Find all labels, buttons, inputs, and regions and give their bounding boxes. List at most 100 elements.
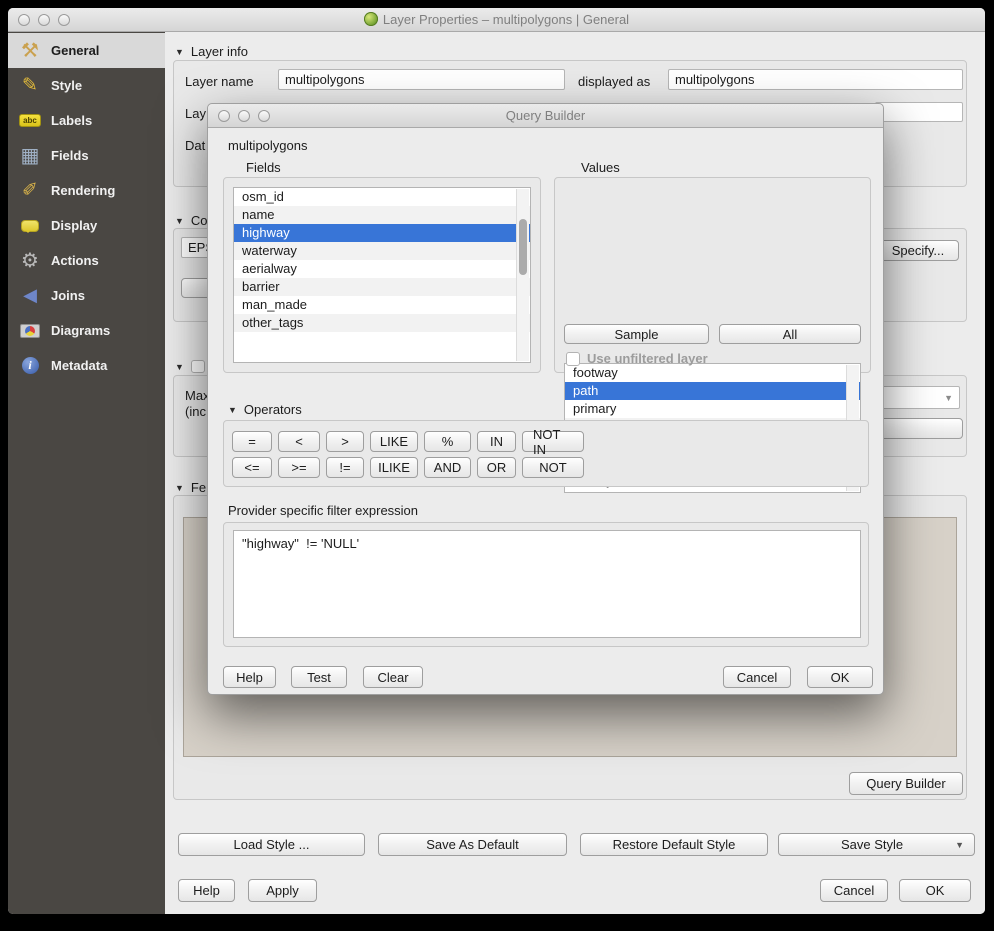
sidebar-item-fields[interactable]: ▦ Fields: [8, 138, 165, 173]
scale-visibility-checkbox-fragment[interactable]: [191, 360, 205, 373]
list-item[interactable]: primary: [565, 400, 860, 418]
abc-tag-icon: abc: [19, 110, 41, 132]
list-item-selected[interactable]: path: [565, 382, 860, 400]
scrollbar-thumb[interactable]: [519, 219, 527, 275]
sidebar-item-label: Style: [51, 78, 82, 93]
operator-like-button[interactable]: LIKE: [370, 431, 418, 452]
sidebar-item-rendering[interactable]: ✐ Rendering: [8, 173, 165, 208]
operator-in-button[interactable]: IN: [477, 431, 516, 452]
feature-subset-title-fragment: Fe: [191, 480, 206, 495]
operator-ge-button[interactable]: >=: [278, 457, 320, 478]
disclosure-triangle-icon: ▼: [175, 47, 184, 57]
operator-percent-button[interactable]: %: [424, 431, 471, 452]
operator-lt-button[interactable]: <: [278, 431, 320, 452]
sidebar-item-display[interactable]: Display: [8, 208, 165, 243]
list-item[interactable]: barrier: [234, 278, 530, 296]
dialog-ok-button[interactable]: OK: [807, 666, 873, 688]
apply-button[interactable]: Apply: [248, 879, 317, 902]
operators-row-2: <= >= != ILIKE AND OR NOT: [232, 457, 868, 478]
save-as-default-button[interactable]: Save As Default: [378, 833, 567, 856]
window-title: Layer Properties – multipolygons | Gener…: [8, 12, 985, 27]
operator-or-button[interactable]: OR: [477, 457, 516, 478]
save-style-button[interactable]: Save Style▼: [778, 833, 975, 856]
list-item[interactable]: osm_id: [234, 188, 530, 206]
zoom-button[interactable]: [258, 110, 270, 122]
minimize-button[interactable]: [38, 14, 50, 26]
sample-button[interactable]: Sample: [564, 324, 709, 344]
maximum-label-fragment: Max: [185, 388, 210, 403]
dialog-window-controls: [218, 110, 270, 122]
layer-name-input[interactable]: [278, 69, 565, 90]
use-unfiltered-layer-checkbox[interactable]: [566, 352, 580, 366]
list-item[interactable]: other_tags: [234, 314, 530, 332]
clear-button[interactable]: Clear: [363, 666, 423, 688]
sidebar-item-general[interactable]: ⚒ General: [8, 33, 165, 68]
brush-icon: ✐: [19, 180, 41, 202]
sidebar-item-style[interactable]: ✎ Style: [8, 68, 165, 103]
restore-default-style-button[interactable]: Restore Default Style: [580, 833, 768, 856]
specify-crs-button[interactable]: Specify...: [877, 240, 959, 261]
all-button[interactable]: All: [719, 324, 861, 344]
sidebar-item-metadata[interactable]: i Metadata: [8, 348, 165, 383]
close-button[interactable]: [18, 14, 30, 26]
sidebar-item-diagrams[interactable]: Diagrams: [8, 313, 165, 348]
list-item[interactable]: name: [234, 206, 530, 224]
layer-name-label: Layer name: [185, 74, 254, 89]
cancel-button[interactable]: Cancel: [820, 879, 888, 902]
minimize-button[interactable]: [238, 110, 250, 122]
scale-combobox[interactable]: ▼: [878, 386, 960, 409]
filter-expression-textarea[interactable]: "highway" != 'NULL': [233, 530, 861, 638]
operator-gt-button[interactable]: >: [326, 431, 364, 452]
feature-subset-header[interactable]: ▼ Fe: [175, 480, 206, 495]
disclosure-triangle-icon: ▼: [175, 362, 184, 372]
zoom-button[interactable]: [58, 14, 70, 26]
operator-eq-button[interactable]: =: [232, 431, 272, 452]
sidebar-item-actions[interactable]: ⚙ Actions: [8, 243, 165, 278]
dialog-title: Query Builder: [208, 108, 883, 123]
list-item[interactable]: aerialway: [234, 260, 530, 278]
main-titlebar[interactable]: Layer Properties – multipolygons | Gener…: [8, 8, 985, 32]
fields-scrollbar[interactable]: [516, 189, 529, 361]
layer-source-input-fragment[interactable]: [875, 102, 963, 122]
operator-ilike-button[interactable]: ILIKE: [370, 457, 418, 478]
operator-and-button[interactable]: AND: [424, 457, 471, 478]
operators-title: Operators: [244, 402, 302, 417]
ok-button[interactable]: OK: [899, 879, 971, 902]
operator-not-in-button[interactable]: NOT IN: [522, 431, 584, 452]
sidebar-item-label: Joins: [51, 288, 85, 303]
sidebar-item-label: Display: [51, 218, 97, 233]
inclusive-label-fragment: (inc: [185, 404, 206, 419]
displayed-as-input[interactable]: [668, 69, 963, 90]
list-item[interactable]: man_made: [234, 296, 530, 314]
dialog-titlebar[interactable]: Query Builder: [208, 104, 883, 128]
disclosure-triangle-icon: ▼: [175, 483, 184, 493]
operators-row-1: = < > LIKE % IN NOT IN: [232, 431, 868, 452]
list-item[interactable]: footway: [565, 364, 860, 382]
operators-header[interactable]: ▼ Operators: [228, 402, 302, 417]
operator-le-button[interactable]: <=: [232, 457, 272, 478]
sidebar-item-joins[interactable]: ◀ Joins: [8, 278, 165, 313]
crs-header[interactable]: ▼ Co: [175, 213, 208, 228]
scale-visibility-header[interactable]: ▼: [175, 360, 205, 373]
fields-list[interactable]: osm_id name highway waterway aerialway b…: [233, 187, 531, 363]
scale-partial-button[interactable]: [880, 418, 963, 439]
dialog-cancel-button[interactable]: Cancel: [723, 666, 791, 688]
disclosure-triangle-icon: ▼: [228, 405, 237, 415]
operator-not-button[interactable]: NOT: [522, 457, 584, 478]
query-builder-dialog: Query Builder multipolygons Fields Value…: [207, 103, 884, 695]
close-button[interactable]: [218, 110, 230, 122]
help-button[interactable]: Help: [178, 879, 235, 902]
query-builder-button[interactable]: Query Builder: [849, 772, 963, 795]
list-item-selected[interactable]: highway: [234, 224, 530, 242]
load-style-button[interactable]: Load Style ...: [178, 833, 365, 856]
pie-chart-icon: [19, 320, 41, 342]
info-icon: i: [19, 355, 41, 377]
sidebar-item-labels[interactable]: abc Labels: [8, 103, 165, 138]
chevron-down-icon: ▼: [944, 393, 953, 403]
list-item[interactable]: waterway: [234, 242, 530, 260]
operator-ne-button[interactable]: !=: [326, 457, 364, 478]
layer-info-header[interactable]: ▼ Layer info: [175, 44, 248, 59]
dialog-help-button[interactable]: Help: [223, 666, 276, 688]
values-header: Values: [581, 160, 620, 175]
test-button[interactable]: Test: [291, 666, 347, 688]
